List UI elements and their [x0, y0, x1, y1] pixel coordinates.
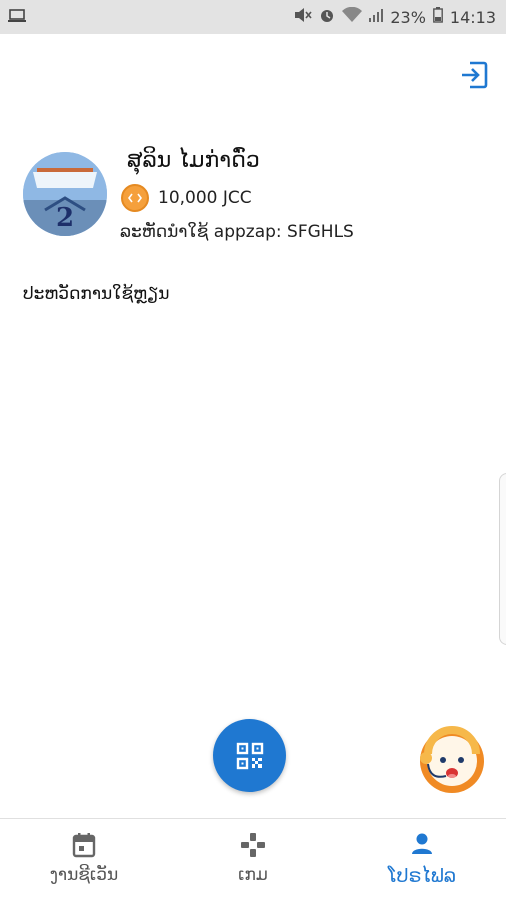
referral-code: ລະຫັດນຳໃຊ້ appzap: SFGHLS: [120, 222, 354, 242]
mute-icon: [294, 7, 312, 27]
nav-label-games: ເກມ: [238, 865, 268, 885]
alarm-icon: [319, 7, 335, 27]
coin-icon: [121, 184, 149, 212]
nav-item-games[interactable]: ເກມ: [169, 819, 337, 901]
signal-icon: [369, 7, 384, 27]
battery-percent: 23%: [390, 7, 426, 27]
clock-time: 14:13: [449, 7, 496, 27]
mascot-support-button[interactable]: [416, 724, 488, 796]
logout-button[interactable]: [459, 60, 489, 90]
calendar-icon: [72, 832, 96, 858]
nav-item-profile[interactable]: ໂປຣໄຟລ: [338, 819, 506, 901]
qr-scan-button[interactable]: [213, 719, 286, 792]
avatar[interactable]: 2: [23, 152, 107, 236]
nav-label-events: ງານຊີເວັນ: [49, 865, 119, 885]
mascot-icon: [420, 726, 484, 793]
bottom-navigation: ງານຊີເວັນ ເກມ ໂປຣໄຟລ: [0, 818, 506, 901]
wifi-icon: [342, 6, 363, 27]
coin-amount: 10,000 JCC: [158, 188, 252, 208]
gamepad-icon: [240, 832, 266, 858]
person-icon: [411, 832, 433, 858]
laptop-icon: [8, 8, 26, 27]
coin-balance: 10,000 JCC: [121, 184, 252, 212]
logout-icon: [462, 61, 488, 89]
nav-item-events[interactable]: ງານຊີເວັນ: [0, 819, 168, 901]
edge-panel-handle[interactable]: [499, 473, 506, 645]
battery-icon: [432, 7, 443, 27]
profile-name: ສຸລິນ ໄມກ່າດົ່ວ: [127, 148, 260, 173]
svg-text:2: 2: [56, 203, 74, 233]
nav-label-profile: ໂປຣໄຟລ: [387, 865, 457, 887]
status-bar: 23% 14:13: [0, 0, 506, 34]
qr-code-icon: [236, 742, 263, 769]
coin-history-title: ປະຫວັດການໃຊ້ຫຼຽນ: [23, 284, 170, 304]
